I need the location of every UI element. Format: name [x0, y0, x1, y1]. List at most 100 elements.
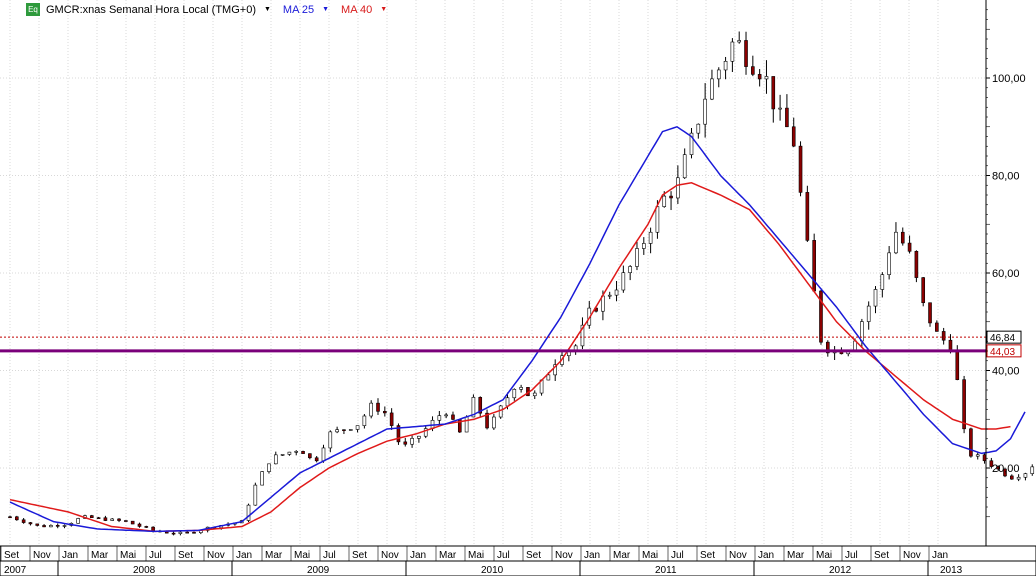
candle-body — [1010, 475, 1014, 480]
candle-body — [928, 302, 932, 324]
candle-body — [812, 240, 816, 292]
candle-body — [124, 520, 128, 522]
candle-body — [178, 531, 183, 534]
x-month-label: Jan — [584, 550, 600, 561]
candle-body — [648, 231, 653, 244]
chart-legend: Eq GMCR:xnas Semanal Hora Local (TMG+0) … — [26, 3, 387, 16]
candle-body — [730, 41, 735, 62]
x-month-label: Mai — [642, 550, 658, 561]
candle-body — [21, 519, 26, 523]
candle-body — [342, 429, 346, 431]
candle-body — [723, 60, 728, 71]
candle-body — [887, 252, 891, 275]
candle-body — [519, 387, 523, 390]
x-month-label: Jan — [410, 550, 426, 561]
candle-body — [641, 243, 646, 249]
candle-body — [655, 206, 660, 233]
x-month-label: Nov — [33, 550, 51, 561]
candle-body — [894, 231, 898, 254]
candle-body — [696, 123, 701, 134]
candle-body — [335, 429, 339, 433]
x-year-label: 2008 — [133, 565, 156, 576]
candle-body — [757, 74, 762, 80]
candle-body — [144, 526, 149, 528]
x-year-label: 2012 — [829, 565, 852, 576]
candle-body — [669, 195, 673, 199]
candle-body — [273, 454, 278, 465]
candle-body — [512, 389, 517, 399]
candle-body — [355, 425, 360, 430]
candle-body — [1016, 476, 1021, 480]
candle-body — [764, 76, 769, 80]
x-month-label: Jan — [236, 550, 252, 561]
x-year-label: 2009 — [307, 565, 330, 576]
candle-body — [464, 416, 469, 433]
candle-body — [955, 349, 960, 380]
candle-body — [505, 397, 510, 407]
candle-body — [314, 457, 319, 462]
x-month-label: Mai — [468, 550, 484, 561]
candle-body — [614, 289, 619, 296]
symbol-title[interactable]: GMCR:xnas Semanal Hora Local (TMG+0) — [46, 4, 256, 16]
support-price-label: 44,03 — [990, 347, 1015, 358]
candle-body — [130, 520, 135, 525]
candle-body — [151, 526, 155, 532]
candle-body — [798, 145, 803, 193]
x-month-label: Nov — [381, 550, 399, 561]
x-month-label: Mar — [91, 550, 109, 561]
candle-body — [328, 431, 333, 449]
x-month-label: Mar — [439, 550, 457, 561]
x-month-label: Jul — [497, 550, 510, 561]
ma25-dropdown-icon[interactable]: ▼ — [322, 6, 329, 13]
candle-body — [921, 277, 926, 304]
candle-body — [164, 531, 169, 534]
candle-body — [76, 518, 80, 524]
candle-body — [771, 76, 776, 110]
ma40-dropdown-icon[interactable]: ▼ — [380, 6, 387, 13]
y-tick-label: 20,00 — [992, 463, 1020, 475]
x-year-label: 2007 — [4, 565, 27, 576]
ma40-legend-label[interactable]: MA 40 — [341, 4, 372, 16]
candle-body — [444, 414, 448, 417]
candle-body — [287, 451, 292, 455]
candle-body — [682, 154, 687, 179]
candle-body — [744, 40, 748, 67]
candle-body — [8, 516, 12, 519]
candle-body — [15, 516, 19, 521]
x-month-label: Set — [352, 550, 367, 561]
candle-body — [962, 379, 966, 430]
candle-body — [785, 107, 789, 128]
x-month-label: Mai — [816, 550, 832, 561]
candle-body — [410, 438, 414, 445]
candle-body — [1030, 466, 1035, 474]
x-month-label: Jan — [62, 550, 78, 561]
x-month-label: Mai — [294, 550, 310, 561]
candle-body — [171, 532, 176, 535]
candle-body — [805, 192, 810, 241]
candle-body — [751, 66, 755, 75]
candle-body — [260, 471, 264, 486]
candle-body — [791, 126, 796, 147]
candle-body — [267, 463, 271, 472]
candle-body — [403, 441, 408, 445]
x-year-label: 2011 — [655, 565, 677, 576]
last-price-label: 46,84 — [990, 333, 1015, 344]
x-month-label: Nov — [903, 550, 921, 561]
candle-body — [676, 177, 680, 199]
ma25-legend-label[interactable]: MA 25 — [283, 4, 314, 16]
x-month-label: Jul — [149, 550, 162, 561]
candle-body — [49, 525, 53, 528]
candle-body — [778, 107, 782, 110]
candle-body — [662, 195, 667, 207]
x-month-label: Mar — [787, 550, 805, 561]
symbol-dropdown-icon[interactable]: ▼ — [264, 6, 271, 13]
candle-body — [117, 518, 121, 521]
equity-badge: Eq — [26, 3, 40, 16]
candle-body — [873, 289, 878, 307]
x-month-label: Jul — [323, 550, 336, 561]
candle-body — [935, 322, 939, 332]
price-chart[interactable]: 44,03 46,84 20,00 40,00 60,00 80,00 100,00 Se… — [0, 0, 1036, 576]
candle-body — [914, 251, 919, 278]
x-month-label: Jul — [671, 550, 684, 561]
y-tick-label: 40,00 — [992, 366, 1020, 378]
